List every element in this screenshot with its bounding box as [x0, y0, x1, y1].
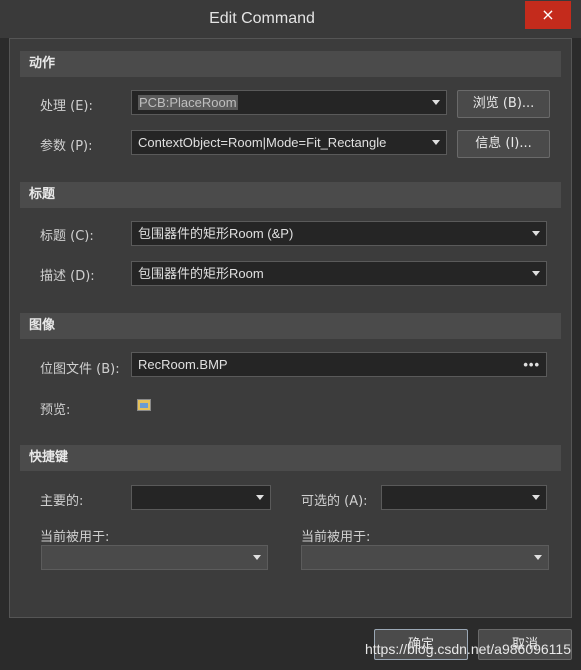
- chevron-down-icon[interactable]: [431, 131, 441, 154]
- caption-desc-combobox[interactable]: 包围器件的矩形Room: [131, 261, 547, 286]
- chevron-down-icon[interactable]: [533, 546, 543, 569]
- primary-shortcut-label: 主要的:: [40, 494, 84, 509]
- preview-label: 预览:: [40, 403, 71, 418]
- params-combobox[interactable]: ContextObject=Room|Mode=Fit_Rectangle: [131, 130, 447, 155]
- browse-button[interactable]: 浏览 (B)...: [457, 90, 550, 118]
- caption-desc-value: 包围器件的矩形Room: [138, 266, 264, 281]
- chevron-down-icon[interactable]: [431, 91, 441, 114]
- caption-title-combobox[interactable]: 包围器件的矩形Room (&P): [131, 221, 547, 246]
- section-caption-header: 标题: [20, 182, 561, 208]
- bitmap-preview-icon: [137, 399, 151, 411]
- chevron-down-icon[interactable]: [531, 486, 541, 509]
- params-label: 参数 (P):: [40, 139, 93, 154]
- section-shortcut-header: 快捷键: [20, 445, 561, 471]
- close-icon[interactable]: ×: [525, 1, 571, 29]
- chevron-down-icon[interactable]: [255, 486, 265, 509]
- bitmap-label: 位图文件 (B):: [40, 362, 120, 377]
- params-value: ContextObject=Room|Mode=Fit_Rectangle: [138, 135, 387, 150]
- section-action-header: 动作: [20, 51, 561, 77]
- bitmap-field[interactable]: RecRoom.BMP •••: [131, 352, 547, 377]
- bitmap-value: RecRoom.BMP: [138, 357, 228, 372]
- title-bar: Edit Command ×: [0, 0, 581, 38]
- more-icon[interactable]: •••: [523, 353, 540, 376]
- chevron-down-icon[interactable]: [531, 222, 541, 245]
- process-label: 处理 (E):: [40, 99, 93, 114]
- primary-shortcut-combobox[interactable]: [131, 485, 271, 510]
- caption-title-value: 包围器件的矩形Room (&P): [138, 226, 294, 241]
- alternate-shortcut-label: 可选的 (A):: [301, 494, 368, 509]
- alternate-shortcut-combobox[interactable]: [381, 485, 547, 510]
- current-used-primary-combobox[interactable]: [41, 545, 268, 570]
- info-button[interactable]: 信息 (I)...: [457, 130, 550, 158]
- current-used-label-primary: 当前被用于:: [40, 530, 110, 545]
- caption-title-label: 标题 (C):: [40, 229, 94, 244]
- process-combobox[interactable]: PCB:PlaceRoom: [131, 90, 447, 115]
- watermark-text: https://blog.csdn.net/a986096115: [364, 641, 571, 657]
- window-title: Edit Command: [209, 10, 315, 27]
- current-used-alternate-combobox[interactable]: [301, 545, 549, 570]
- chevron-down-icon[interactable]: [252, 546, 262, 569]
- caption-desc-label: 描述 (D):: [40, 269, 95, 284]
- dialog-body: 动作 处理 (E): PCB:PlaceRoom 浏览 (B)... 参数 (P…: [9, 38, 572, 618]
- chevron-down-icon[interactable]: [531, 262, 541, 285]
- section-image-header: 图像: [20, 313, 561, 339]
- current-used-label-alternate: 当前被用于:: [301, 530, 371, 545]
- process-value: PCB:PlaceRoom: [138, 95, 238, 110]
